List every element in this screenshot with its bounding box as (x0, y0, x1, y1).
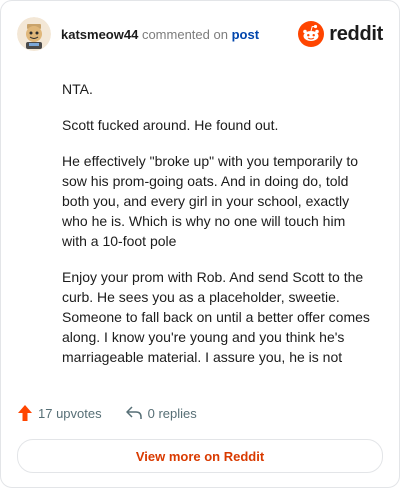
snoo-avatar-icon (17, 17, 51, 51)
view-more-button[interactable]: View more on Reddit (17, 439, 383, 473)
comment-stats: 17 upvotes 0 replies (18, 405, 197, 421)
reddit-logo[interactable]: reddit (298, 21, 383, 47)
reply-arrow-icon (125, 406, 142, 419)
comment-embed-card: katsmeow44 commented on post reddit NTA.… (0, 0, 400, 488)
logo-text: reddit (329, 22, 383, 45)
replies-stat[interactable]: 0 replies (125, 405, 197, 421)
comment-header: katsmeow44 commented on post reddit (17, 17, 383, 51)
upvotes-stat[interactable]: 17 upvotes (18, 405, 102, 421)
comment-paragraph: NTA. (62, 81, 93, 97)
action-text: commented on (141, 26, 228, 42)
avatar[interactable] (17, 17, 51, 51)
comment-paragraph: Scott fucked around. He found out. (62, 117, 279, 133)
upvotes-count: 17 upvotes (38, 405, 102, 421)
replies-count: 0 replies (147, 405, 197, 421)
upvote-arrow-icon (18, 405, 32, 421)
post-link[interactable]: post (232, 27, 259, 42)
comment-meta: katsmeow44 commented on post (61, 27, 259, 42)
comment-text: NTA. Scott fucked around. He found out. … (62, 79, 374, 383)
comment-paragraph: He effectively "broke up" with you tempo… (62, 153, 359, 249)
username[interactable]: katsmeow44 (61, 27, 138, 42)
comment-body: NTA. Scott fucked around. He found out. … (1, 53, 399, 393)
comment-paragraph: Enjoy your prom with Rob. And send Scott… (62, 269, 370, 365)
reddit-snoo-icon (298, 21, 325, 47)
text-fade-overlay (1, 363, 399, 393)
